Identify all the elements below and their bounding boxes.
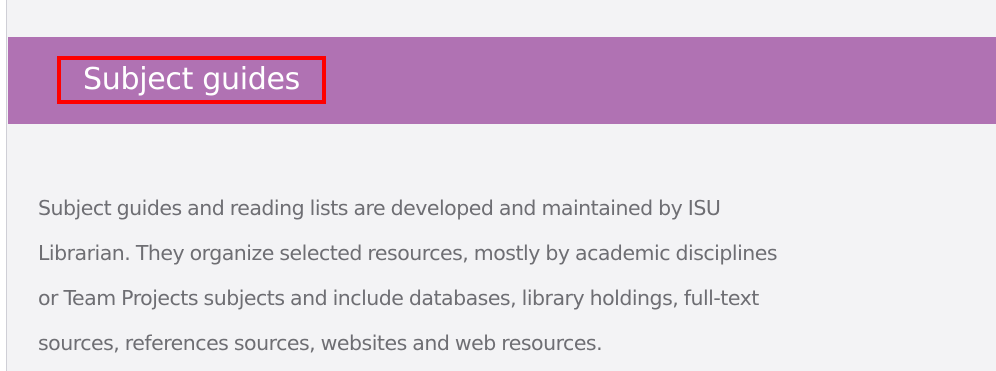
panel-header: Subject guides <box>8 37 996 124</box>
description-line: Subject guides and reading lists are dev… <box>38 196 721 220</box>
panel-description: Subject guides and reading lists are dev… <box>38 186 988 366</box>
description-line: or Team Projects subjects and include da… <box>38 286 759 310</box>
description-line: Librarian. They organize selected resour… <box>38 241 778 265</box>
panel-title-subject-guides[interactable]: Subject guides <box>57 56 327 104</box>
description-line: sources, references sources, websites an… <box>38 331 603 355</box>
subject-guides-page: Subject guides Subject guides and readin… <box>0 0 996 371</box>
left-border <box>0 0 7 371</box>
panel-body: Subject guides and reading lists are dev… <box>8 124 996 371</box>
